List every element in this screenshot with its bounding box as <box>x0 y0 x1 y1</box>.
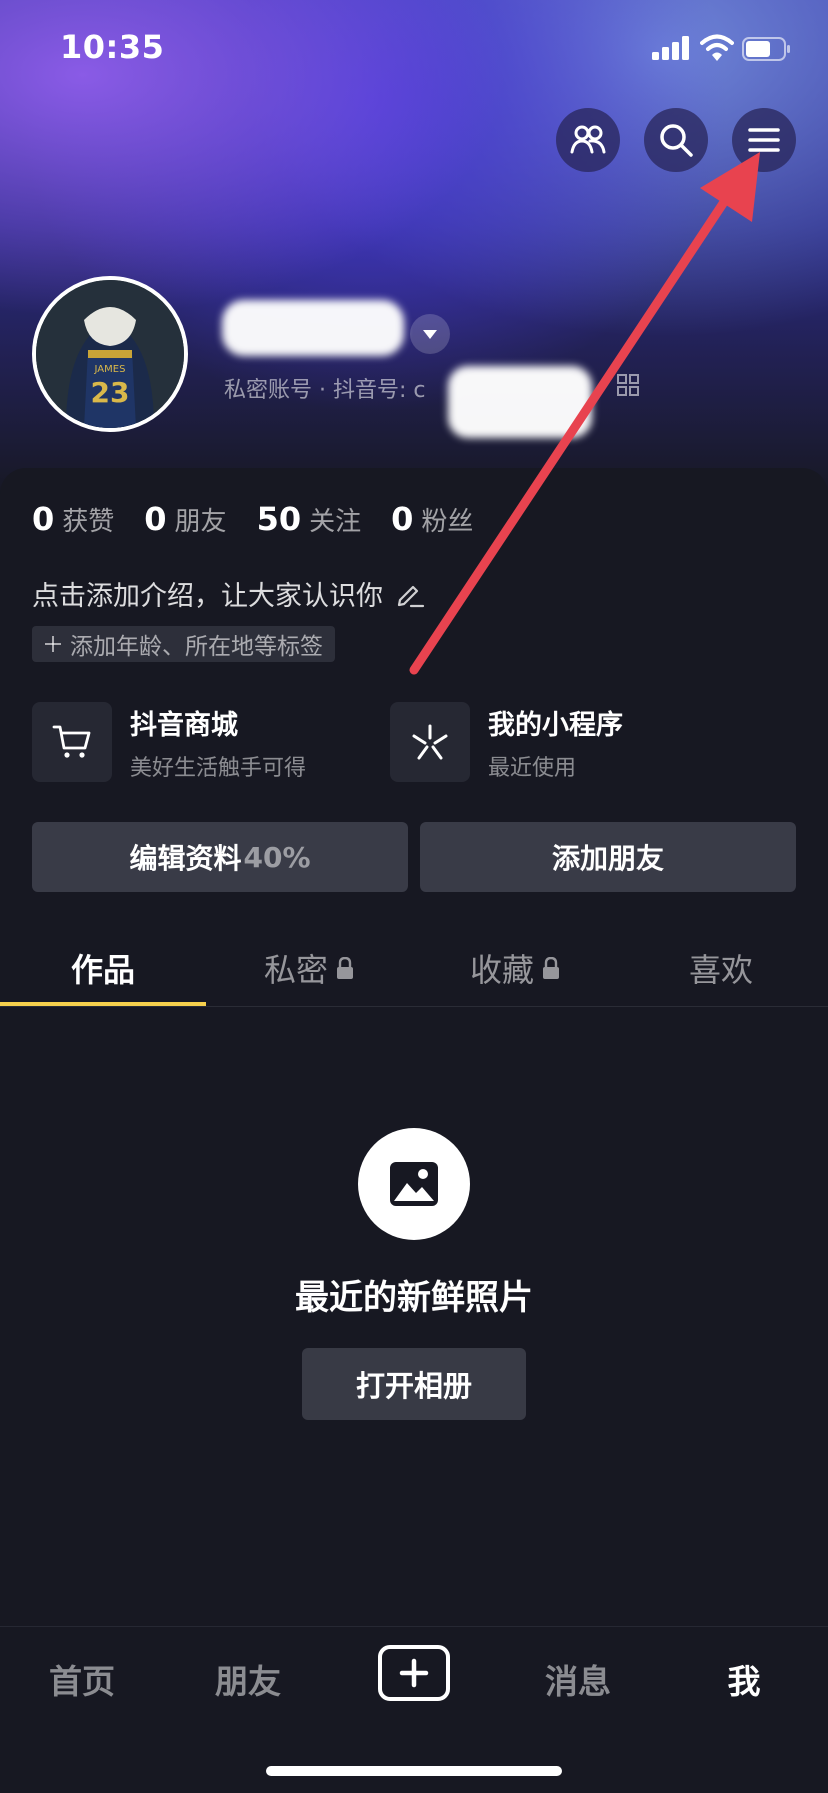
tab-label: 私密 <box>263 951 328 989</box>
nav-label: 首页 <box>49 1662 115 1701</box>
feature-icon-box <box>390 702 470 782</box>
cellular-signal-icon <box>652 36 689 60</box>
bio-text: 点击添加介绍，让大家认识你 <box>32 581 383 612</box>
add-tags-chip[interactable]: 添加年龄、所在地等标签 <box>32 626 335 662</box>
qr-code-icon[interactable] <box>617 374 639 396</box>
friends-icon <box>570 125 606 154</box>
photo-album-icon-circle <box>358 1128 470 1240</box>
nav-label: 我 <box>727 1662 761 1701</box>
nav-label: 消息 <box>545 1662 611 1701</box>
avatar-image: JAMES 23 <box>36 280 184 428</box>
search-button[interactable] <box>644 108 708 172</box>
tab-label: 作品 <box>70 951 135 989</box>
stat-following[interactable]: 50 关注 <box>257 500 362 538</box>
tab-likes[interactable]: 喜欢 <box>618 930 824 1006</box>
create-post-button[interactable] <box>378 1645 450 1701</box>
avatar[interactable]: JAMES 23 <box>32 276 188 432</box>
stat-label: 朋友 <box>174 507 227 537</box>
tab-private[interactable]: 私密 <box>206 930 412 1006</box>
stat-followers[interactable]: 0 粉丝 <box>391 500 473 538</box>
active-tab-indicator <box>0 1002 206 1006</box>
edit-profile-label: 编辑资料 <box>129 842 242 875</box>
stat-number: 0 <box>144 500 167 538</box>
open-album-label: 打开相册 <box>355 1369 472 1403</box>
add-friend-label: 添加朋友 <box>551 842 664 875</box>
account-id-line: 私密账号 · 抖音号: c <box>224 378 426 403</box>
stat-label: 粉丝 <box>421 507 474 537</box>
feature-title: 我的小程序 <box>488 709 623 741</box>
add-tags-label: 添加年龄、所在地等标签 <box>70 634 323 660</box>
svg-text:JAMES: JAMES <box>94 364 126 375</box>
nav-home[interactable]: 首页 <box>22 1655 142 1703</box>
open-album-button[interactable]: 打开相册 <box>302 1348 526 1420</box>
account-id-redacted <box>448 366 592 438</box>
edit-pencil-icon <box>397 585 425 607</box>
search-icon <box>660 124 693 157</box>
stat-number: 0 <box>32 500 55 538</box>
menu-button[interactable] <box>732 108 796 172</box>
stat-number: 0 <box>391 500 414 538</box>
add-bio-prompt[interactable]: 点击添加介绍，让大家认识你 <box>32 574 425 613</box>
stat-number: 50 <box>256 500 302 538</box>
hamburger-menu-icon <box>748 128 780 152</box>
tab-label: 喜欢 <box>688 951 753 989</box>
plus-icon <box>399 1658 429 1688</box>
nav-label: 朋友 <box>215 1662 281 1701</box>
feature-icon-box <box>32 702 112 782</box>
profile-completion-percent: 40% <box>243 840 311 874</box>
empty-state-title: 最近的新鲜照片 <box>295 1278 533 1318</box>
stat-friends[interactable]: 0 朋友 <box>144 500 226 538</box>
nav-messages[interactable]: 消息 <box>518 1655 638 1703</box>
mini-program-icon <box>412 724 448 760</box>
status-time: 10:35 <box>60 28 165 66</box>
svg-text:23: 23 <box>91 376 130 409</box>
wifi-icon <box>700 34 734 61</box>
feature-subtitle: 最近使用 <box>488 755 577 781</box>
add-friend-button[interactable]: 添加朋友 <box>420 822 796 892</box>
stat-likes[interactable]: 0 获赞 <box>32 500 114 538</box>
feature-subtitle: 美好生活触手可得 <box>130 755 307 781</box>
profile-stats: 0 获赞 0 朋友 50 关注 0 粉丝 <box>32 500 473 538</box>
cart-icon <box>52 725 91 758</box>
tab-favorites[interactable]: 收藏 <box>412 930 618 1006</box>
account-switch-dropdown[interactable] <box>410 314 450 354</box>
image-icon <box>390 1162 438 1206</box>
home-indicator <box>266 1766 562 1776</box>
username-redacted <box>222 300 404 356</box>
plus-icon <box>45 636 61 652</box>
nav-me[interactable]: 我 <box>684 1655 804 1703</box>
stat-label: 获赞 <box>62 507 115 537</box>
stat-label: 关注 <box>309 507 362 537</box>
nav-friends[interactable]: 朋友 <box>188 1655 308 1703</box>
lock-icon <box>337 957 353 979</box>
douyin-mall-entry[interactable]: 抖音商城 美好生活触手可得 <box>32 702 306 782</box>
mini-programs-entry[interactable]: 我的小程序 最近使用 <box>390 702 623 782</box>
lock-icon <box>543 957 559 979</box>
caret-down-icon <box>423 330 437 339</box>
edit-profile-button[interactable]: 编辑资料 40% <box>32 822 408 892</box>
feature-title: 抖音商城 <box>130 709 238 741</box>
friends-button[interactable] <box>556 108 620 172</box>
tab-label: 收藏 <box>469 951 534 989</box>
battery-icon <box>742 37 790 61</box>
content-tabs: 作品 私密 收藏 喜欢 <box>0 930 828 1007</box>
status-bar: 10:35 <box>0 0 828 100</box>
tab-works[interactable]: 作品 <box>0 930 206 1006</box>
